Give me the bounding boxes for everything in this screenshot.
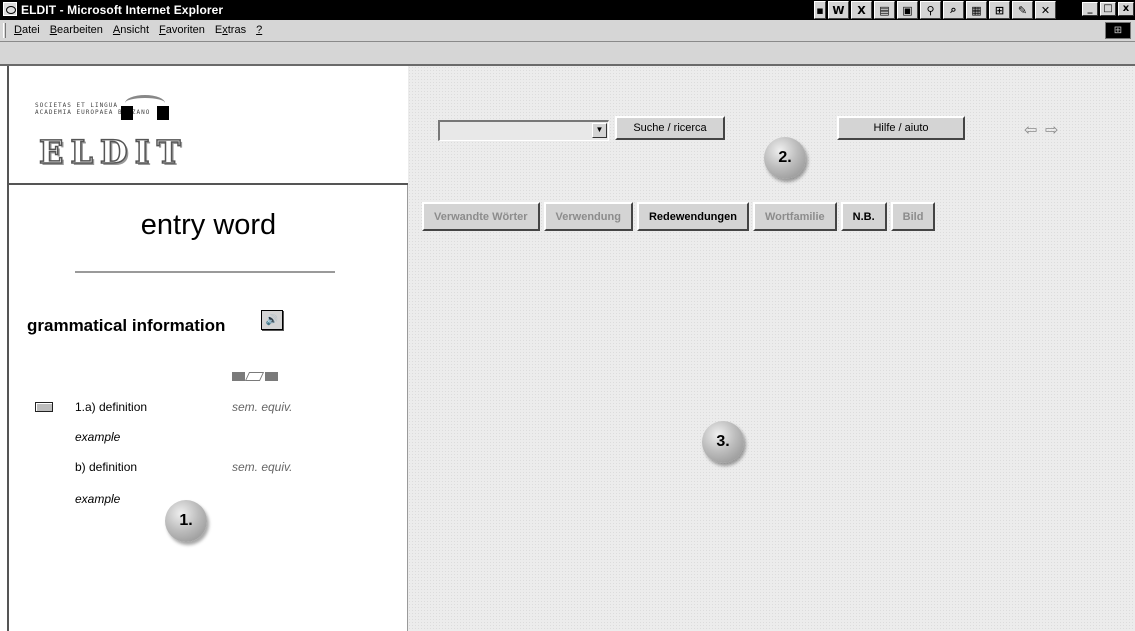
tab-bar: Verwandte Wörter Verwendung Redewendunge…: [422, 202, 936, 231]
menu-bearbeiten[interactable]: Bearbeiten: [50, 24, 103, 36]
excel-icon[interactable]: X: [851, 1, 872, 19]
flag-icon[interactable]: [232, 372, 278, 381]
tab-verwandte-woerter[interactable]: Verwandte Wörter: [422, 202, 540, 231]
frame-divider: [9, 183, 408, 185]
menu-favoriten[interactable]: Favoriten: [159, 24, 205, 36]
logo-block-left: [121, 106, 133, 120]
menu-ansicht[interactable]: Ansicht: [113, 24, 149, 36]
tab-verwendung[interactable]: Verwendung: [543, 202, 633, 231]
menu-extras[interactable]: Extras: [215, 24, 246, 36]
ie-app-icon[interactable]: [3, 2, 17, 16]
marker-3: 3.: [702, 421, 744, 463]
help-button[interactable]: Hilfe / aiuto: [837, 116, 965, 140]
chevron-down-icon[interactable]: ▼: [592, 123, 607, 138]
tab-wortfamilie[interactable]: Wortfamilie: [752, 202, 837, 231]
word-icon[interactable]: W: [828, 1, 849, 19]
menu-help[interactable]: ?: [256, 24, 262, 36]
forward-arrow-icon[interactable]: ⇨: [1045, 120, 1058, 139]
note-icon[interactable]: ▤: [874, 1, 895, 19]
tab-bild[interactable]: Bild: [890, 202, 936, 231]
search-select[interactable]: ▼: [438, 120, 609, 141]
sem-equiv-1a[interactable]: sem. equiv.: [232, 400, 292, 414]
translate-icon[interactable]: ⊞: [989, 1, 1010, 19]
window-icon[interactable]: ▪: [814, 1, 826, 19]
menu-bar: Datei Bearbeiten Ansicht Favoriten Extra…: [0, 20, 1135, 42]
browser-content: SOCIETAS ET LINGUA ACADEMIA EUROPAEA BOL…: [7, 66, 1135, 631]
magnifier-icon[interactable]: ⚲: [920, 1, 941, 19]
chart-icon[interactable]: ▦: [966, 1, 987, 19]
back-arrow-icon[interactable]: ⇦: [1024, 120, 1037, 139]
image-icon[interactable]: ▣: [897, 1, 918, 19]
menu-datei[interactable]: Datei: [14, 24, 40, 36]
menu-grip[interactable]: [3, 23, 6, 38]
taskbar-tools: ▪ W X ▤ ▣ ⚲ ⌕ ▦ ⊞ ✎ ✕: [814, 1, 1056, 19]
title-bar: ELDIT - Microsoft Internet Explorer ▪ W …: [0, 0, 1135, 20]
minimize-button[interactable]: _: [1082, 2, 1098, 16]
entry-frame: [9, 184, 408, 631]
definition-1b: b) definition: [75, 460, 138, 474]
paint-icon[interactable]: ✎: [1012, 1, 1033, 19]
tab-redewendungen[interactable]: Redewendungen: [636, 202, 749, 231]
speaker-icon[interactable]: 🔊: [261, 310, 283, 330]
restore-button[interactable]: □: [1100, 2, 1116, 16]
window-controls: _ □ x: [1082, 2, 1134, 16]
example-1b: example: [75, 492, 121, 506]
grammatical-info: grammatical information: [27, 316, 226, 335]
definition-1a: 1.a) definition: [75, 400, 148, 414]
windows-logo-icon: ⊞: [1105, 22, 1131, 39]
definition-toggle-button[interactable]: [35, 402, 53, 412]
entry-word-heading: entry word: [140, 209, 277, 241]
divider-line: [75, 271, 335, 274]
example-1a: example: [75, 430, 121, 444]
search-button[interactable]: Suche / ricerca: [615, 116, 725, 140]
search-icon[interactable]: ⌕: [943, 1, 964, 19]
eldit-logo: ELDIT: [38, 132, 188, 172]
close-button[interactable]: x: [1118, 2, 1134, 16]
toolbar-area: [0, 42, 1135, 66]
logo-block-right: [157, 106, 169, 120]
sem-equiv-1b[interactable]: sem. equiv.: [232, 460, 292, 474]
marker-2: 2.: [764, 137, 806, 179]
window-title: ELDIT - Microsoft Internet Explorer: [21, 3, 224, 17]
tools-icon[interactable]: ✕: [1035, 1, 1056, 19]
marker-1: 1.: [165, 500, 207, 542]
tab-nb[interactable]: N.B.: [840, 202, 887, 231]
